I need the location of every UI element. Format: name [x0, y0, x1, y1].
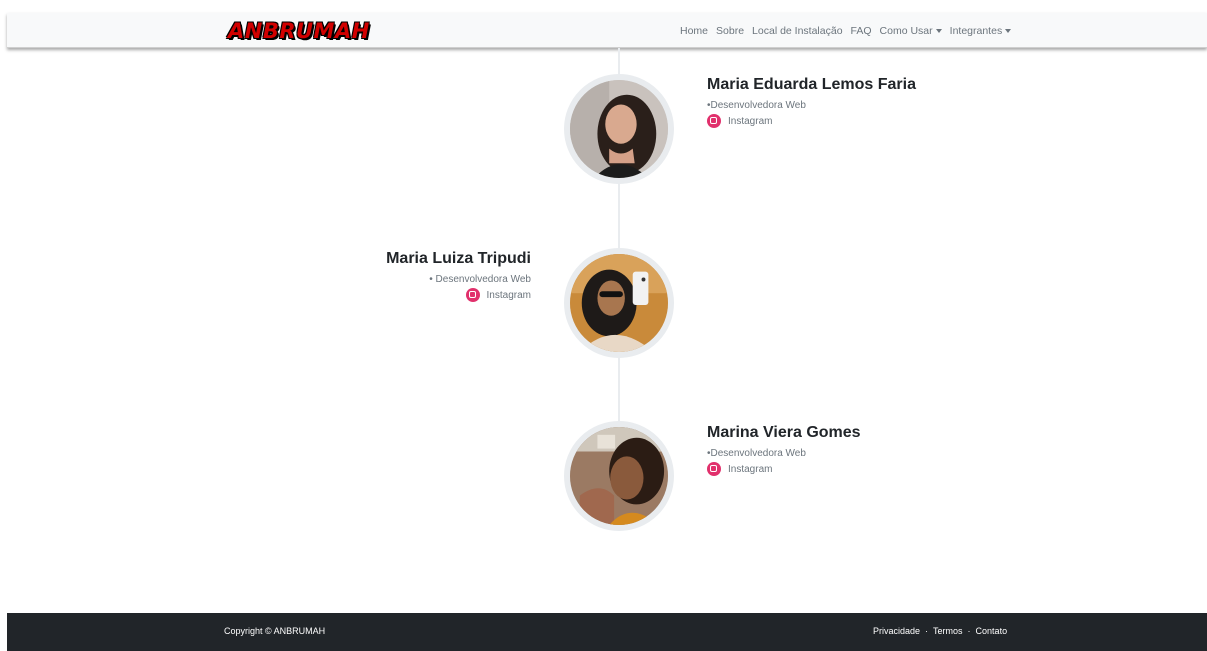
caret-down-icon	[935, 28, 942, 33]
member-photo	[570, 80, 668, 178]
footer-separator: ·	[967, 626, 971, 636]
member-card-1: Maria Eduarda Lemos Faria •Desenvolvedor…	[707, 76, 916, 128]
nav-link-label: Local de Instalação	[752, 24, 843, 37]
member-role: •Desenvolvedora Web	[707, 448, 806, 459]
nav-link-label: Home	[680, 24, 709, 37]
instagram-link[interactable]: Instagram	[707, 462, 861, 476]
nav-link-label: FAQ	[850, 24, 872, 37]
member-photo	[570, 254, 668, 352]
nav-dropdown-integrantes[interactable]: Integrantes	[950, 25, 1012, 37]
navbar: ANBRUMAH Home Sobre Local de Instalação …	[7, 13, 1207, 48]
member-avatar-1	[564, 74, 674, 184]
nav-link-sobre[interactable]: Sobre	[716, 25, 744, 37]
nav-link-local-instalacao[interactable]: Local de Instalação	[752, 25, 842, 37]
nav-link-label: Sobre	[716, 24, 745, 37]
copyright-text: Copyright © ANBRUMAH	[224, 626, 326, 636]
nav-link-label: Como Usar	[879, 24, 933, 37]
instagram-label: Instagram	[728, 463, 773, 475]
instagram-label: Instagram	[728, 115, 773, 127]
member-photo	[570, 427, 668, 525]
member-name: Maria Eduarda Lemos Faria	[707, 76, 916, 93]
instagram-icon	[707, 114, 721, 128]
footer: Copyright © ANBRUMAH Privacidade · Termo…	[7, 613, 1207, 651]
instagram-link[interactable]: Instagram	[707, 114, 916, 128]
footer-link-privacidade[interactable]: Privacidade	[873, 626, 920, 636]
brand-logo[interactable]: ANBRUMAH	[228, 19, 370, 43]
member-avatar-2	[564, 248, 674, 358]
instagram-icon	[707, 462, 721, 476]
footer-link-contato[interactable]: Contato	[976, 626, 1008, 636]
footer-links: Privacidade · Termos · Contato	[873, 626, 1007, 636]
nav-dropdown-como-usar[interactable]: Como Usar	[880, 25, 942, 37]
footer-separator: ·	[925, 626, 929, 636]
member-name: Marina Viera Gomes	[707, 424, 861, 441]
member-role: •Desenvolvedora Web	[707, 100, 806, 111]
instagram-label: Instagram	[486, 289, 531, 301]
instagram-link[interactable]: Instagram	[331, 288, 531, 302]
member-role: • Desenvolvedora Web	[429, 274, 531, 285]
member-card-3: Marina Viera Gomes •Desenvolvedora Web I…	[707, 424, 861, 476]
member-avatar-3	[564, 421, 674, 531]
footer-link-termos[interactable]: Termos	[933, 626, 963, 636]
member-name: Maria Luiza Tripudi	[386, 250, 531, 267]
instagram-icon	[465, 288, 480, 302]
nav-link-label: Integrantes	[949, 24, 1003, 37]
nav-link-home[interactable]: Home	[680, 25, 708, 37]
member-card-2: Maria Luiza Tripudi • Desenvolvedora Web…	[331, 250, 531, 302]
nav-link-faq[interactable]: FAQ	[851, 25, 872, 37]
nav-links: Home Sobre Local de Instalação FAQ Como …	[680, 13, 1019, 48]
caret-down-icon	[1005, 28, 1012, 33]
